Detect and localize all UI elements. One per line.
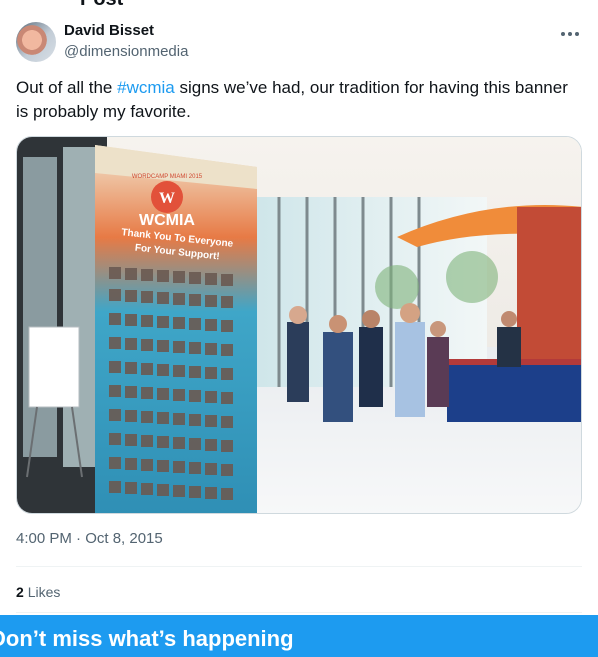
divider — [16, 612, 582, 613]
hashtag-link[interactable]: #wcmia — [117, 78, 175, 97]
divider — [16, 566, 582, 567]
tweet-text: Out of all the #wcmia signs we’ve had, o… — [16, 76, 582, 124]
banner-logo: W — [151, 181, 183, 213]
banner-logo-arc: WORDCAMP MIAMI 2015 — [132, 174, 203, 180]
signup-banner-text: Don’t miss what’s happening — [0, 626, 294, 651]
author-name[interactable]: David Bisset — [64, 22, 154, 39]
signup-banner: Don’t miss what’s happening — [0, 615, 598, 657]
svg-text:W: W — [159, 190, 175, 207]
page-header-title: Post — [80, 0, 123, 11]
photo-illustration: W WCMIA WORDCAMP MIAMI 2015 Thank You To… — [17, 137, 581, 513]
author-handle[interactable]: @dimensionmedia — [64, 43, 188, 60]
tweet-timestamp[interactable]: 4:00 PM · Oct 8, 2015 — [16, 530, 163, 547]
tweet-author: David Bisset @dimensionmedia — [16, 20, 582, 64]
likes-label: Likes — [27, 584, 61, 600]
more-horizontal-icon[interactable] — [558, 22, 582, 46]
tweet-photo[interactable]: W WCMIA WORDCAMP MIAMI 2015 Thank You To… — [16, 136, 582, 514]
tweet-text-start: Out of all the — [16, 78, 118, 97]
banner-logo-text: WCMIA — [139, 212, 195, 229]
avatar[interactable] — [16, 22, 56, 62]
likes-count: 2 — [16, 584, 24, 600]
likes-link[interactable]: 2 Likes — [16, 584, 60, 600]
